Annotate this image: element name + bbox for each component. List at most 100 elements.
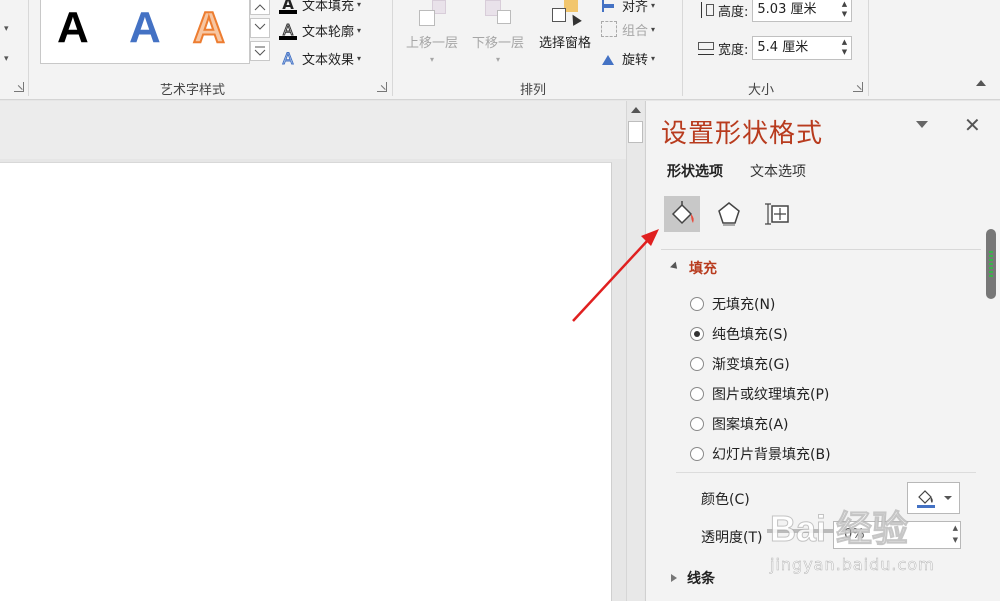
dialog-launcher-wordart[interactable]	[377, 82, 387, 92]
bring-forward-icon	[417, 0, 447, 28]
transparency-input[interactable]: 0% ▲ ▼	[833, 521, 961, 549]
chevron-down-icon	[254, 23, 266, 30]
group-separator	[28, 0, 29, 96]
chevron-down-icon[interactable]: ▾	[4, 24, 9, 34]
fill-line-icon[interactable]	[664, 196, 700, 232]
chevron-down-icon[interactable]: ▾	[4, 54, 9, 64]
fill-option-slide-background[interactable]: 幻灯片背景填充(B)	[690, 444, 831, 464]
text-effects-icon: A	[282, 48, 294, 68]
chevron-down-icon: ▾	[651, 0, 656, 10]
height-value: 5.03 厘米	[757, 2, 817, 17]
transparency-spinner[interactable]: ▲ ▼	[953, 522, 958, 546]
line-section-header[interactable]: 线条	[671, 568, 715, 588]
text-outline-button[interactable]: A 文本轮廓 ▾	[278, 19, 361, 41]
gallery-expand-icon	[254, 46, 266, 56]
shape-height-icon	[696, 0, 716, 20]
dialog-launcher-size[interactable]	[853, 82, 863, 92]
wordart-style-blue[interactable]: A	[129, 2, 161, 54]
radio-selected-icon	[690, 327, 704, 341]
align-button[interactable]: 对齐 ▾	[600, 0, 655, 16]
width-spinner[interactable]: ▲ ▼	[837, 37, 851, 59]
fill-option-picture[interactable]: 图片或纹理填充(P)	[690, 384, 829, 404]
fill-option-gradient[interactable]: 渐变填充(G)	[690, 354, 790, 374]
wordart-gallery: A A A	[40, 0, 250, 64]
tab-text-options[interactable]: 文本选项	[750, 161, 806, 181]
group-button[interactable]: 组合 ▾	[600, 18, 655, 40]
bring-forward-button[interactable]: 上移一层 ▾	[402, 0, 462, 64]
fill-option-label: 渐变填充(G)	[712, 357, 790, 373]
transparency-slider[interactable]	[767, 529, 837, 533]
color-label: 颜色(C)	[701, 492, 750, 508]
ribbon: ▾ ▾ A A A A 文本填充 ▾ A 文本轮廓 ▾ A 文本效果 ▾ 艺术字样式 …	[0, 0, 1000, 100]
chevron-down-icon: ▾	[651, 53, 656, 63]
gallery-scroll-up[interactable]	[250, 0, 270, 15]
text-effects-button[interactable]: A 文本效果 ▾	[278, 47, 361, 69]
chevron-down-icon: ▾	[495, 55, 500, 64]
collapse-ribbon-icon[interactable]	[976, 80, 986, 86]
gallery-scroll-down[interactable]	[250, 18, 270, 38]
watermark-url: jingyan.baidu.com	[770, 555, 935, 575]
text-fill-button[interactable]: A 文本填充 ▾	[278, 0, 361, 15]
size-group-label: 大小	[748, 83, 775, 98]
pane-scrollbar[interactable]	[986, 229, 996, 299]
transparency-value: 0%	[844, 527, 865, 542]
selection-pane-label: 选择窗格	[538, 36, 591, 51]
dialog-launcher-left[interactable]	[14, 82, 24, 92]
selection-pane-icon	[550, 0, 582, 28]
fill-option-solid[interactable]: 纯色填充(S)	[690, 324, 788, 344]
text-outline-icon: A	[278, 20, 298, 40]
radio-icon	[690, 417, 704, 431]
width-input[interactable]: 5.4 厘米 ▲ ▼	[752, 36, 853, 60]
format-shape-pane: 设置形状格式 ✕ 形状选项 文本选项 填充 无填充(N) 纯色填充(S) 渐变填…	[645, 101, 1000, 601]
section-divider	[676, 472, 976, 473]
height-row: 高度: 5.03 厘米 ▲ ▼	[696, 0, 853, 22]
group-label: 组合	[622, 23, 649, 39]
height-label: 高度:	[718, 4, 749, 20]
fill-option-none[interactable]: 无填充(N)	[690, 294, 775, 314]
bring-forward-label: 上移一层	[405, 36, 458, 51]
effects-icon[interactable]	[711, 196, 747, 232]
fill-option-label: 纯色填充(S)	[712, 327, 788, 343]
text-fill-icon: A	[278, 0, 298, 14]
height-spinner[interactable]: ▲ ▼	[837, 0, 851, 21]
radio-icon	[690, 297, 704, 311]
transparency-label: 透明度(T)	[701, 530, 763, 546]
wordart-style-orange-outline[interactable]: A	[192, 2, 226, 54]
scroll-up-icon[interactable]	[631, 107, 641, 113]
group-separator	[392, 0, 393, 96]
fill-option-label: 无填充(N)	[712, 297, 776, 313]
color-picker-button[interactable]	[907, 482, 960, 514]
pane-title: 设置形状格式	[661, 119, 824, 149]
document-scrollbar[interactable]	[626, 101, 644, 601]
rotate-label: 旋转	[622, 52, 649, 68]
width-label: 宽度:	[718, 42, 749, 58]
close-icon[interactable]: ✕	[964, 115, 981, 135]
chevron-down-icon: ▾	[357, 0, 362, 9]
send-backward-button[interactable]: 下移一层 ▾	[468, 0, 528, 64]
pane-options-icon[interactable]	[916, 121, 928, 128]
radio-icon	[690, 447, 704, 461]
group-separator	[868, 0, 869, 96]
group-separator	[682, 0, 683, 96]
wordart-group-label: 艺术字样式	[160, 83, 226, 98]
fill-section-label: 填充	[689, 261, 717, 277]
fill-section-header[interactable]: 填充	[670, 258, 717, 278]
document-margin	[0, 101, 626, 159]
scrollbar-thumb[interactable]	[628, 121, 643, 143]
tab-shape-options[interactable]: 形状选项	[667, 161, 723, 181]
size-properties-icon[interactable]	[760, 196, 796, 232]
chevron-up-icon	[254, 4, 266, 11]
chevron-down-icon: ▾	[651, 24, 656, 34]
gallery-more[interactable]	[250, 41, 270, 61]
height-input[interactable]: 5.03 厘米 ▲ ▼	[752, 0, 853, 22]
fill-option-pattern[interactable]: 图案填充(A)	[690, 414, 789, 434]
selection-pane-button[interactable]: 选择窗格	[533, 0, 597, 51]
radio-icon	[690, 357, 704, 371]
rotate-button[interactable]: 旋转 ▾	[600, 47, 655, 69]
wordart-style-black[interactable]: A	[57, 2, 89, 54]
document-area	[0, 101, 626, 601]
slide-canvas[interactable]	[0, 162, 612, 601]
arrange-group-label: 排列	[520, 83, 547, 98]
radio-icon	[690, 387, 704, 401]
send-backward-icon	[483, 0, 513, 28]
